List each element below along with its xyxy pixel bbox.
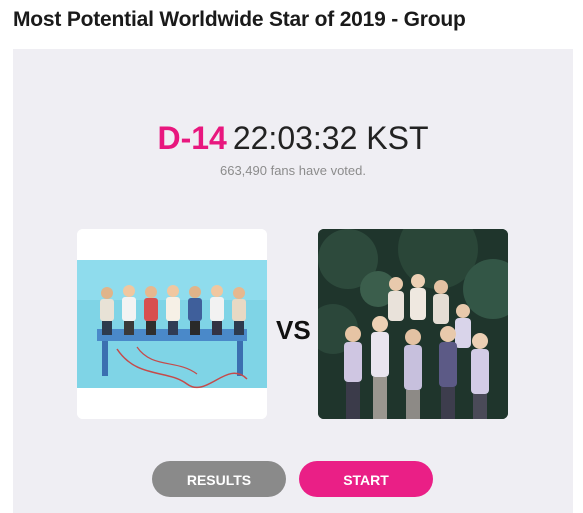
results-button[interactable]: RESULTS [152,461,286,497]
group-photo-icon [318,229,508,419]
votes-count-text: 663,490 fans have voted. [219,163,366,178]
vote-page: Most Potential Worldwide Star of 2019 - … [0,0,583,513]
page-title: Most Potential Worldwide Star of 2019 - … [13,8,466,31]
dday-label: D-14 [157,120,227,156]
contestant-left-card[interactable] [77,229,267,419]
vote-panel: D-14 22:03:32 KST 663,490 fans have voted… [13,49,573,513]
countdown-time: 22:03:32 KST [232,120,429,156]
start-button[interactable]: START [299,461,433,497]
group-photo-icon [77,229,267,419]
vs-label: VS [276,315,311,345]
contestant-right-card[interactable] [318,229,508,419]
countdown: D-14 22:03:32 KST [13,118,573,158]
